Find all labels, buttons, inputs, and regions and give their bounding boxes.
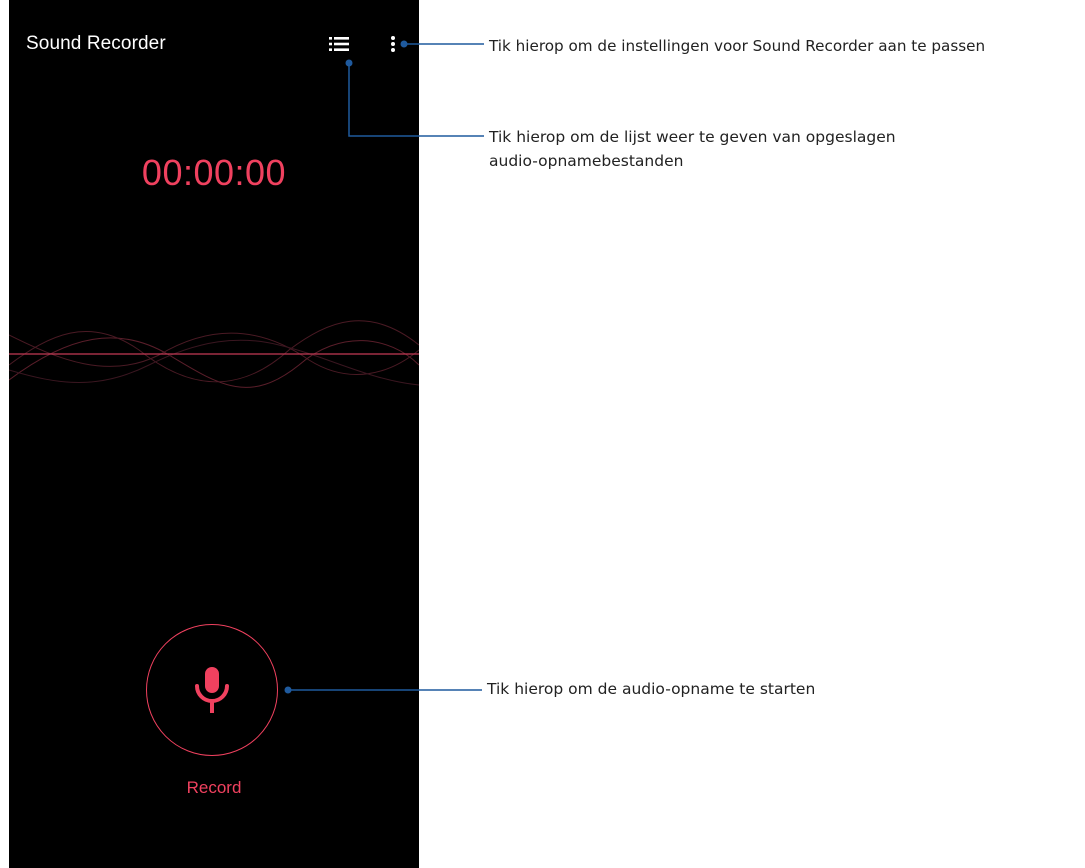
record-callout: Tik hierop om de audio-opname te starten bbox=[487, 680, 816, 698]
settings-callout: Tik hierop om de instellingen voor Sound… bbox=[489, 37, 986, 55]
list-callout-line1: Tik hierop om de lijst weer te geven van… bbox=[489, 128, 896, 146]
list-callout: Tik hierop om de lijst weer te geven van… bbox=[489, 125, 896, 173]
list-callout-line2: audio-opnamebestanden bbox=[489, 152, 684, 170]
